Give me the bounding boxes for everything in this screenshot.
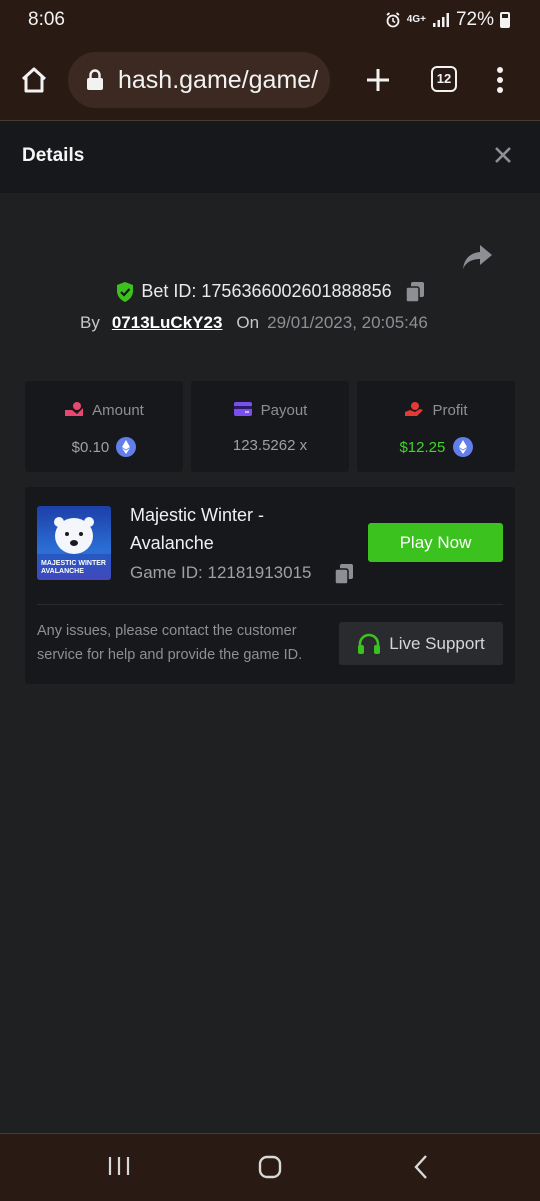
eth-icon [116,437,137,457]
profit-card: Profit $12.25 [357,381,515,472]
network-type: 4G+ [406,14,426,25]
signal-icon [432,13,449,27]
bet-byline: By 0713LuCkY23 On 29/01/2023, 20:05:46 [80,313,428,333]
home-nav-icon[interactable] [257,1154,283,1180]
game-id-value: 12181913015 [207,563,312,582]
wallet-icon [233,402,252,416]
back-icon[interactable] [410,1154,432,1180]
bet-datetime: 29/01/2023, 20:05:46 [267,313,428,332]
live-support-button[interactable]: Live Support [339,622,503,665]
play-now-button[interactable]: Play Now [368,523,503,562]
alarm-icon [386,12,400,28]
game-id-line: Game ID: 12181913015 [130,563,312,583]
status-time: 8:06 [28,9,65,30]
battery-icon [500,12,510,28]
game-panel: MAJESTIC WINTER AVALANCHE Majestic Winte… [25,487,515,684]
payout-value: 123.5262 x [232,437,308,454]
eth-icon [452,437,473,457]
home-icon[interactable] [18,64,50,96]
share-icon[interactable] [460,242,494,272]
address-bar[interactable]: hash.game/game/ [68,52,330,108]
thumb-title-line1: MAJESTIC WINTER [41,560,106,567]
bet-id-value: 1756366002601888856 [201,281,392,301]
copy-icon[interactable] [404,281,425,303]
copy-icon[interactable] [334,563,354,585]
url-text: hash.game/game/ [118,66,319,94]
game-thumbnail[interactable]: MAJESTIC WINTER AVALANCHE [37,506,111,580]
username-link[interactable]: 0713LuCkY23 [112,313,223,332]
more-vert-icon[interactable] [490,64,510,96]
amount-value: $0.10 [71,439,110,456]
on-label: On [236,313,260,332]
game-title[interactable]: Majestic Winter - Avalanche [130,501,310,557]
profit-icon [405,402,424,416]
lock-icon [87,69,103,90]
close-icon[interactable] [490,142,516,168]
live-support-label: Live Support [389,633,485,653]
recent-apps-icon[interactable] [107,1154,131,1178]
tabs-icon[interactable]: 12 [431,66,457,92]
payout-label: Payout [260,402,308,419]
by-label: By [80,313,100,332]
page-title: Details [22,145,85,166]
help-text: Any issues, please contact the customer … [37,623,303,663]
payout-card: Payout 123.5262 x [191,381,349,472]
amount-label: Amount [92,402,144,419]
game-id-label: Game ID: [130,563,203,582]
details-header: Details [0,121,540,193]
browser-toolbar: hash.game/game/ 12 [0,40,540,121]
bet-id-line: Bet ID: 1756366002601888856 [0,281,540,303]
system-nav-bar [0,1133,540,1201]
divider [37,604,503,605]
status-bar: 8:06 4G+ 72% [0,0,540,40]
profit-value: $12.25 [399,439,446,456]
battery-percent: 72% [455,9,494,30]
status-right: 4G+ 72% [385,9,510,31]
amount-icon [65,402,84,416]
thumb-title-line2: AVALANCHE [41,568,84,575]
plus-icon[interactable] [362,64,394,96]
headset-icon [358,633,381,654]
bet-id-label: Bet ID: [141,281,197,301]
amount-card: Amount $0.10 [25,381,183,472]
profit-label: Profit [432,402,468,419]
verified-shield-icon [117,282,134,303]
